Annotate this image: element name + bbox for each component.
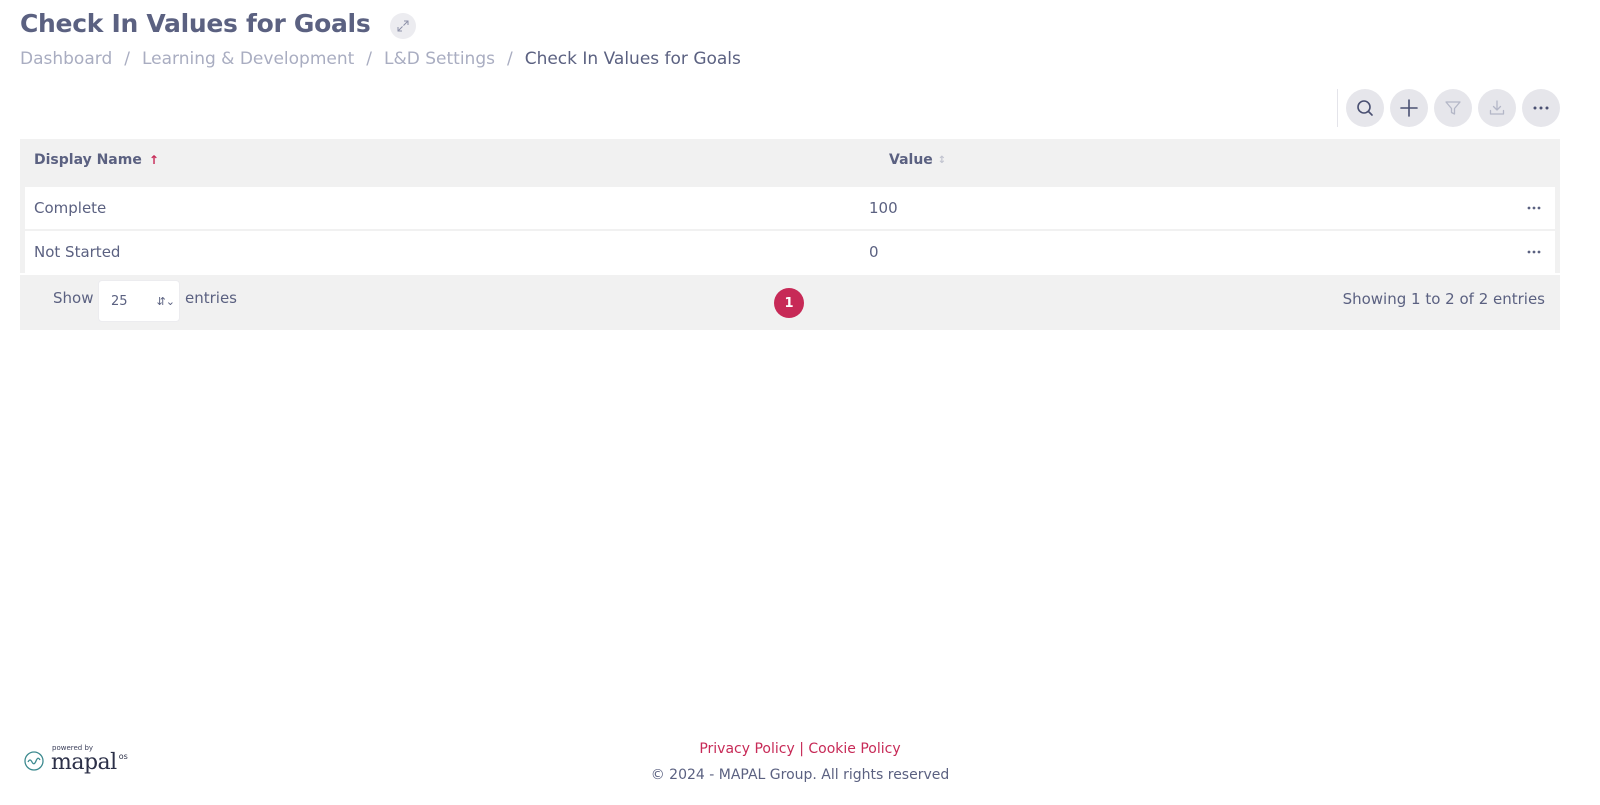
column-header-display-name[interactable]: Display Name ↑ — [34, 152, 159, 168]
sort-ascending-icon: ↑ — [148, 153, 159, 167]
copyright-text: © 2024 - MAPAL Group. All rights reserve… — [650, 767, 950, 783]
breadcrumb-separator: / — [366, 49, 373, 69]
cell-display-name: Not Started — [34, 243, 121, 261]
plus-icon — [1400, 99, 1418, 117]
column-header-value[interactable]: Value ↕ — [889, 152, 946, 168]
page-title: Check In Values for Goals — [20, 9, 371, 38]
page-length-select[interactable]: 25 ⇵⌄ — [98, 280, 180, 322]
breadcrumb-separator: / — [506, 49, 513, 69]
table-row[interactable]: Complete 100 — [25, 187, 1555, 229]
cookie-policy-link[interactable]: Cookie Policy — [808, 741, 900, 757]
filter-button[interactable] — [1434, 89, 1472, 127]
table-info: Showing 1 to 2 of 2 entries — [1342, 290, 1545, 308]
breadcrumb-current: Check In Values for Goals — [524, 49, 741, 69]
download-icon — [1489, 100, 1505, 115]
search-icon — [1357, 100, 1373, 116]
cell-value: 0 — [869, 243, 879, 261]
add-button[interactable] — [1390, 89, 1428, 127]
column-header-label: Display Name — [34, 152, 142, 168]
privacy-policy-link[interactable]: Privacy Policy — [699, 741, 794, 757]
column-header-label: Value — [889, 152, 933, 168]
table-footer: Show 25 ⇵⌄ entries 1 Showing 1 to 2 of 2… — [20, 275, 1560, 330]
expand-button[interactable] — [390, 13, 417, 39]
pagination-page-1[interactable]: 1 — [774, 288, 804, 318]
entries-label: entries — [185, 289, 237, 307]
table-toolbar — [1337, 89, 1560, 127]
row-actions-button[interactable] — [1525, 200, 1543, 216]
select-arrows-icon: ⇵⌄ — [156, 295, 175, 308]
breadcrumb-separator: / — [124, 49, 130, 69]
table-row[interactable]: Not Started 0 — [25, 231, 1555, 273]
row-actions-button[interactable] — [1525, 244, 1543, 260]
filter-icon — [1445, 101, 1461, 115]
show-label: Show — [53, 289, 94, 307]
cell-value: 100 — [869, 199, 898, 217]
table-body: Complete 100 Not Started 0 — [20, 181, 1560, 273]
page-header: Check In Values for Goals — [20, 8, 417, 39]
footer-link-separator: | — [799, 741, 804, 757]
toolbar-divider — [1337, 89, 1338, 127]
breadcrumb-ld-settings[interactable]: L&D Settings — [384, 49, 495, 69]
more-icon — [1533, 106, 1549, 110]
table-header: Display Name ↑ Value ↕ — [20, 139, 1560, 181]
data-table: Display Name ↑ Value ↕ Complete 100 Not … — [20, 139, 1560, 330]
breadcrumb: Dashboard / Learning & Development / L&D… — [20, 49, 741, 69]
expand-icon — [397, 20, 409, 32]
more-options-button[interactable] — [1522, 89, 1560, 127]
breadcrumb-dashboard[interactable]: Dashboard — [20, 49, 112, 69]
download-button[interactable] — [1478, 89, 1516, 127]
cell-display-name: Complete — [34, 199, 107, 217]
page-length-value: 25 — [111, 293, 128, 309]
sort-unsorted-icon: ↕ — [937, 154, 947, 166]
more-icon — [1527, 206, 1541, 210]
search-button[interactable] — [1346, 89, 1384, 127]
breadcrumb-learning-development[interactable]: Learning & Development — [142, 49, 354, 69]
more-icon — [1527, 250, 1541, 254]
footer-links: Privacy Policy | Cookie Policy — [0, 741, 1600, 757]
